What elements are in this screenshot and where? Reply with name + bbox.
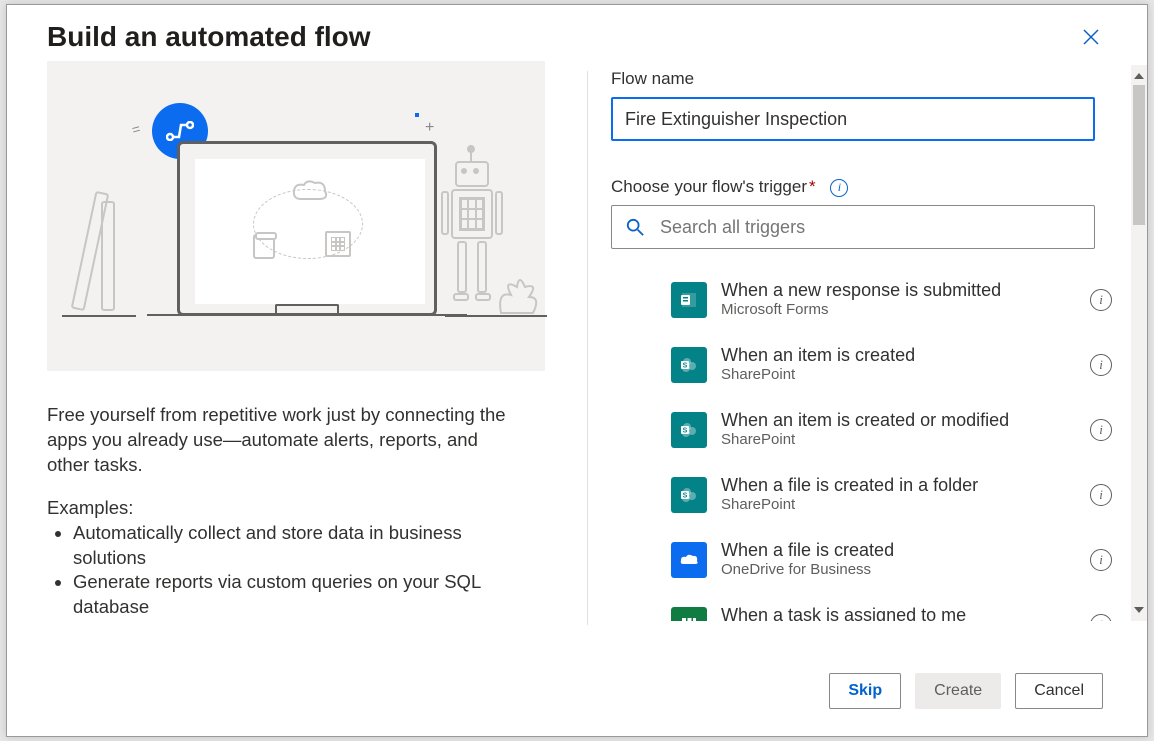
flow-name-label: Flow name: [611, 69, 1116, 89]
sharepoint-icon: S: [671, 477, 707, 513]
svg-text:S: S: [683, 362, 688, 369]
trigger-list: When a new response is submitted Microso…: [611, 267, 1116, 621]
plus-decoration: +: [425, 119, 434, 137]
database-icon: [253, 234, 275, 259]
dialog-header: Build an automated flow: [7, 5, 1147, 61]
tick-decoration: [415, 113, 419, 117]
right-panel: Flow name Choose your flow's trigger* i: [611, 61, 1116, 621]
examples-list: Automatically collect and store data in …: [47, 521, 509, 619]
trigger-row-info-icon[interactable]: i: [1090, 289, 1112, 311]
trigger-info-icon[interactable]: i: [830, 179, 848, 197]
trigger-subtitle: OneDrive for Business: [721, 561, 1082, 580]
dialog-body: = +: [7, 61, 1147, 666]
trigger-subtitle: Microsoft Forms: [721, 301, 1082, 320]
cancel-button[interactable]: Cancel: [1015, 673, 1103, 709]
trigger-title: When an item is created or modified: [721, 409, 1082, 432]
trigger-search-input[interactable]: [658, 216, 1080, 239]
trigger-subtitle: SharePoint: [721, 496, 1082, 515]
trigger-item[interactable]: When a task is assigned to me Planner i: [611, 592, 1116, 621]
datagrid-icon: [325, 231, 351, 257]
dialog-title: Build an automated flow: [47, 21, 371, 53]
left-panel: = +: [47, 61, 545, 666]
trigger-row-info-icon[interactable]: i: [1090, 419, 1112, 441]
sharepoint-icon: S: [671, 347, 707, 383]
trigger-item[interactable]: S When a file is created in a folder Sha…: [611, 462, 1116, 527]
flow-description: Free yourself from repetitive work just …: [47, 403, 509, 477]
forms-icon: [671, 282, 707, 318]
plant-icon: [497, 273, 539, 320]
example-item: Generate reports via custom queries on y…: [73, 570, 509, 619]
required-asterisk: *: [807, 177, 816, 196]
trigger-row-info-icon[interactable]: i: [1090, 354, 1112, 376]
trigger-section-label: Choose your flow's trigger* i: [611, 177, 1116, 197]
right-scrollbar[interactable]: [1131, 65, 1147, 621]
trigger-title: When a new response is submitted: [721, 279, 1082, 302]
onedrive-icon: [671, 542, 707, 578]
example-item: Automatically collect and store data in …: [73, 521, 509, 570]
close-icon: [1083, 29, 1099, 45]
flow-illustration: = +: [47, 61, 545, 371]
trigger-item[interactable]: When a file is created OneDrive for Busi…: [611, 527, 1116, 592]
flow-name-input[interactable]: [611, 97, 1095, 141]
trigger-row-info-icon[interactable]: i: [1090, 614, 1112, 622]
svg-text:S: S: [683, 427, 688, 434]
dialog-footer: Skip Create Cancel: [7, 666, 1147, 736]
scroll-up-icon[interactable]: [1134, 69, 1144, 79]
trigger-subtitle: SharePoint: [721, 366, 1082, 385]
spark-decoration: =: [130, 120, 142, 138]
trigger-item[interactable]: S When an item is created or modified Sh…: [611, 397, 1116, 462]
shelf-line: [62, 315, 136, 317]
laptop-base: [147, 314, 467, 316]
trigger-subtitle: SharePoint: [721, 431, 1082, 450]
planner-icon: [671, 607, 707, 622]
search-icon: [626, 218, 644, 236]
close-button[interactable]: [1075, 21, 1107, 53]
trigger-label-text: Choose your flow's trigger: [611, 177, 807, 196]
scroll-down-icon[interactable]: [1134, 607, 1144, 617]
trigger-row-info-icon[interactable]: i: [1090, 549, 1112, 571]
create-button[interactable]: Create: [915, 673, 1001, 709]
trigger-title: When a task is assigned to me: [721, 604, 1082, 621]
trigger-search[interactable]: [611, 205, 1095, 249]
trigger-item[interactable]: When a new response is submitted Microso…: [611, 267, 1116, 332]
scroll-thumb[interactable]: [1133, 85, 1145, 225]
trigger-item[interactable]: S When an item is created SharePoint i: [611, 332, 1116, 397]
svg-text:S: S: [683, 492, 688, 499]
build-automated-flow-dialog: Build an automated flow = +: [6, 4, 1148, 737]
examples-label: Examples:: [47, 497, 509, 519]
trigger-title: When a file is created in a folder: [721, 474, 1082, 497]
trigger-title: When a file is created: [721, 539, 1082, 562]
robot-icon: [441, 161, 503, 311]
trigger-row-info-icon[interactable]: i: [1090, 484, 1112, 506]
trigger-title: When an item is created: [721, 344, 1082, 367]
cloud-icon: [291, 179, 329, 203]
skip-button[interactable]: Skip: [829, 673, 901, 709]
sharepoint-icon: S: [671, 412, 707, 448]
vertical-divider: [587, 71, 588, 625]
books-icon: [75, 191, 125, 311]
laptop-icon: [177, 141, 437, 316]
